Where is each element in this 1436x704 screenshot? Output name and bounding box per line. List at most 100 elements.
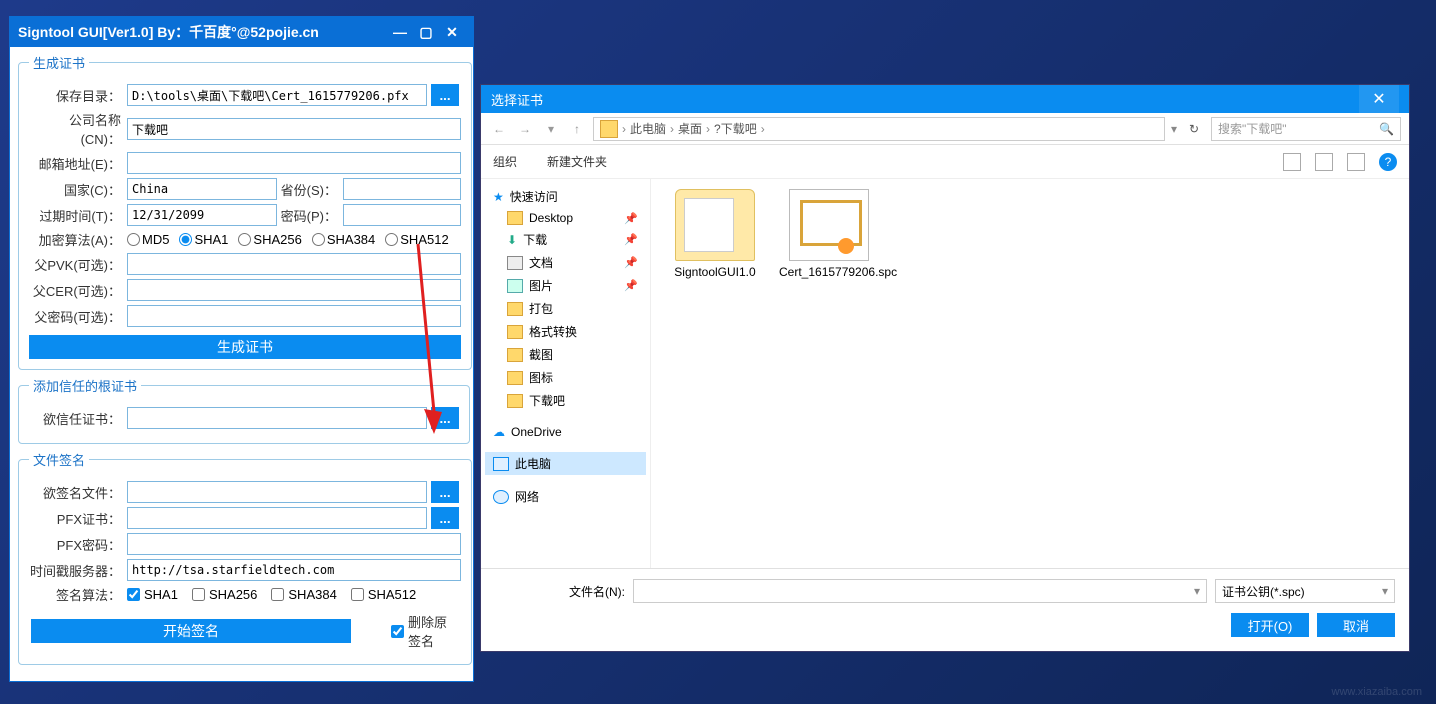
trust-cert-input[interactable] bbox=[127, 407, 427, 429]
delete-original-checkbox[interactable]: 删除原签名 bbox=[391, 612, 459, 650]
tsa-label: 时间戳服务器： bbox=[29, 561, 121, 580]
company-input[interactable] bbox=[127, 118, 461, 140]
open-button[interactable]: 打开(O) bbox=[1231, 613, 1309, 637]
parent-pwd-input[interactable] bbox=[127, 305, 461, 327]
sidebar-item-icons[interactable]: 图标 bbox=[485, 366, 646, 389]
sign-legend: 文件签名 bbox=[29, 450, 89, 469]
search-icon: 🔍 bbox=[1379, 122, 1394, 136]
province-input[interactable] bbox=[343, 178, 461, 200]
crumb-folder[interactable]: ?下载吧 bbox=[714, 120, 757, 137]
country-input[interactable] bbox=[127, 178, 277, 200]
sig-algo-label: 签名算法： bbox=[29, 585, 121, 604]
sidebar-item-pack[interactable]: 打包 bbox=[485, 297, 646, 320]
sidebar-quick-access[interactable]: ★快速访问 bbox=[485, 185, 646, 208]
check-sha1[interactable]: SHA1 bbox=[127, 587, 178, 602]
new-folder-button[interactable]: 新建文件夹 bbox=[547, 153, 607, 170]
view-icons-icon[interactable] bbox=[1283, 153, 1301, 171]
radio-sha384[interactable]: SHA384 bbox=[312, 232, 375, 247]
file-folder-signtoolgui[interactable]: SigntoolGUI1.0 bbox=[665, 189, 765, 279]
parent-pvk-label: 父PVK(可选)： bbox=[29, 255, 121, 274]
pfx-pwd-input[interactable] bbox=[127, 533, 461, 555]
sidebar-item-xiazaiba[interactable]: 下载吧 bbox=[485, 389, 646, 412]
pictures-icon bbox=[507, 279, 523, 293]
sidebar-item-screenshot[interactable]: 截图 bbox=[485, 343, 646, 366]
network-icon bbox=[493, 490, 509, 504]
search-input[interactable]: 搜索"下载吧" 🔍 bbox=[1211, 117, 1401, 141]
nav-forward-icon[interactable]: → bbox=[515, 122, 535, 136]
generate-cert-group: 生成证书 保存目录： ... 公司名称(CN)： 邮箱地址(E)： 国家(C)：… bbox=[18, 53, 472, 370]
password-input[interactable] bbox=[343, 204, 461, 226]
picker-close-icon[interactable]: ✕ bbox=[1359, 85, 1399, 113]
sidebar-item-desktop[interactable]: Desktop📌 bbox=[485, 208, 646, 228]
pin-icon: 📌 bbox=[624, 256, 638, 269]
file-name: SigntoolGUI1.0 bbox=[674, 265, 755, 279]
star-icon: ★ bbox=[493, 190, 504, 204]
preview-pane-icon[interactable] bbox=[1347, 153, 1365, 171]
chevron-down-icon: ▾ bbox=[1194, 584, 1200, 598]
sidebar-item-convert[interactable]: 格式转换 bbox=[485, 320, 646, 343]
save-dir-label: 保存目录： bbox=[29, 86, 121, 105]
sidebar-item-documents[interactable]: 文档📌 bbox=[485, 251, 646, 274]
organize-button[interactable]: 组织 bbox=[493, 153, 517, 170]
cancel-button[interactable]: 取消 bbox=[1317, 613, 1395, 637]
check-sha384[interactable]: SHA384 bbox=[271, 587, 336, 602]
expire-input[interactable] bbox=[127, 204, 277, 226]
country-label: 国家(C)： bbox=[29, 180, 121, 199]
filename-combo[interactable]: ▾ bbox=[633, 579, 1207, 603]
email-input[interactable] bbox=[127, 152, 461, 174]
save-dir-input[interactable] bbox=[127, 84, 427, 106]
trust-cert-label: 欲信任证书： bbox=[29, 409, 121, 428]
sidebar-item-pictures[interactable]: 图片📌 bbox=[485, 274, 646, 297]
sign-file-input[interactable] bbox=[127, 481, 427, 503]
company-label: 公司名称(CN)： bbox=[29, 110, 121, 148]
browse-trust-cert-button[interactable]: ... bbox=[431, 407, 459, 429]
file-sign-group: 文件签名 欲签名文件： ... PFX证书： ... PFX密码： 时间戳服务器… bbox=[18, 450, 472, 665]
radio-md5[interactable]: MD5 bbox=[127, 232, 169, 247]
sidebar-item-downloads[interactable]: ⬇下载📌 bbox=[485, 228, 646, 251]
picker-title: 选择证书 bbox=[491, 90, 543, 109]
certificate-icon bbox=[789, 189, 869, 261]
sidebar-onedrive[interactable]: ☁OneDrive bbox=[485, 422, 646, 442]
browse-save-dir-button[interactable]: ... bbox=[431, 84, 459, 106]
folder-icon bbox=[507, 325, 523, 339]
minimize-icon[interactable]: — bbox=[387, 22, 413, 42]
start-sign-button[interactable]: 开始签名 bbox=[31, 619, 351, 643]
view-details-icon[interactable] bbox=[1315, 153, 1333, 171]
file-cert-spc[interactable]: Cert_1615779206.spc bbox=[779, 189, 879, 279]
close-icon[interactable]: ✕ bbox=[439, 22, 465, 42]
pfx-label: PFX证书： bbox=[29, 509, 121, 528]
email-label: 邮箱地址(E)： bbox=[29, 154, 121, 173]
crumb-desktop[interactable]: 桌面 bbox=[678, 120, 702, 137]
tsa-input[interactable] bbox=[127, 559, 461, 581]
generate-cert-button[interactable]: 生成证书 bbox=[29, 335, 461, 359]
check-sha512[interactable]: SHA512 bbox=[351, 587, 416, 602]
nav-back-icon[interactable]: ← bbox=[489, 122, 509, 136]
help-icon[interactable]: ? bbox=[1379, 153, 1397, 171]
picker-titlebar[interactable]: 选择证书 ✕ bbox=[481, 85, 1409, 113]
sign-file-label: 欲签名文件： bbox=[29, 483, 121, 502]
sidebar-thispc[interactable]: 此电脑 bbox=[485, 452, 646, 475]
sidebar-network[interactable]: 网络 bbox=[485, 485, 646, 508]
parent-pvk-input[interactable] bbox=[127, 253, 461, 275]
radio-sha1[interactable]: SHA1 bbox=[179, 232, 228, 247]
nav-dropdown-icon[interactable]: ▾ bbox=[541, 122, 561, 136]
maximize-icon[interactable]: ▢ bbox=[413, 22, 439, 42]
check-sha256[interactable]: SHA256 bbox=[192, 587, 257, 602]
refresh-icon[interactable]: ↻ bbox=[1183, 122, 1205, 136]
crumb-thispc[interactable]: 此电脑 bbox=[630, 120, 666, 137]
filter-value: 证书公钥(*.spc) bbox=[1222, 583, 1305, 600]
radio-sha256[interactable]: SHA256 bbox=[238, 232, 301, 247]
parent-cer-input[interactable] bbox=[127, 279, 461, 301]
signtool-titlebar[interactable]: Signtool GUI[Ver1.0] By：千百度°@52pojie.cn … bbox=[10, 17, 473, 47]
generate-legend: 生成证书 bbox=[29, 53, 89, 72]
picker-bottom: 文件名(N): ▾ 证书公钥(*.spc) ▾ 打开(O) 取消 bbox=[481, 568, 1409, 651]
pfx-input[interactable] bbox=[127, 507, 427, 529]
folder-icon bbox=[507, 348, 523, 362]
radio-sha512[interactable]: SHA512 bbox=[385, 232, 448, 247]
browse-sign-file-button[interactable]: ... bbox=[431, 481, 459, 503]
pfx-pwd-label: PFX密码： bbox=[29, 535, 121, 554]
breadcrumb[interactable]: › 此电脑› 桌面› ?下载吧› bbox=[593, 117, 1165, 141]
browse-pfx-button[interactable]: ... bbox=[431, 507, 459, 529]
nav-up-icon[interactable]: ↑ bbox=[567, 122, 587, 136]
filetype-filter[interactable]: 证书公钥(*.spc) ▾ bbox=[1215, 579, 1395, 603]
